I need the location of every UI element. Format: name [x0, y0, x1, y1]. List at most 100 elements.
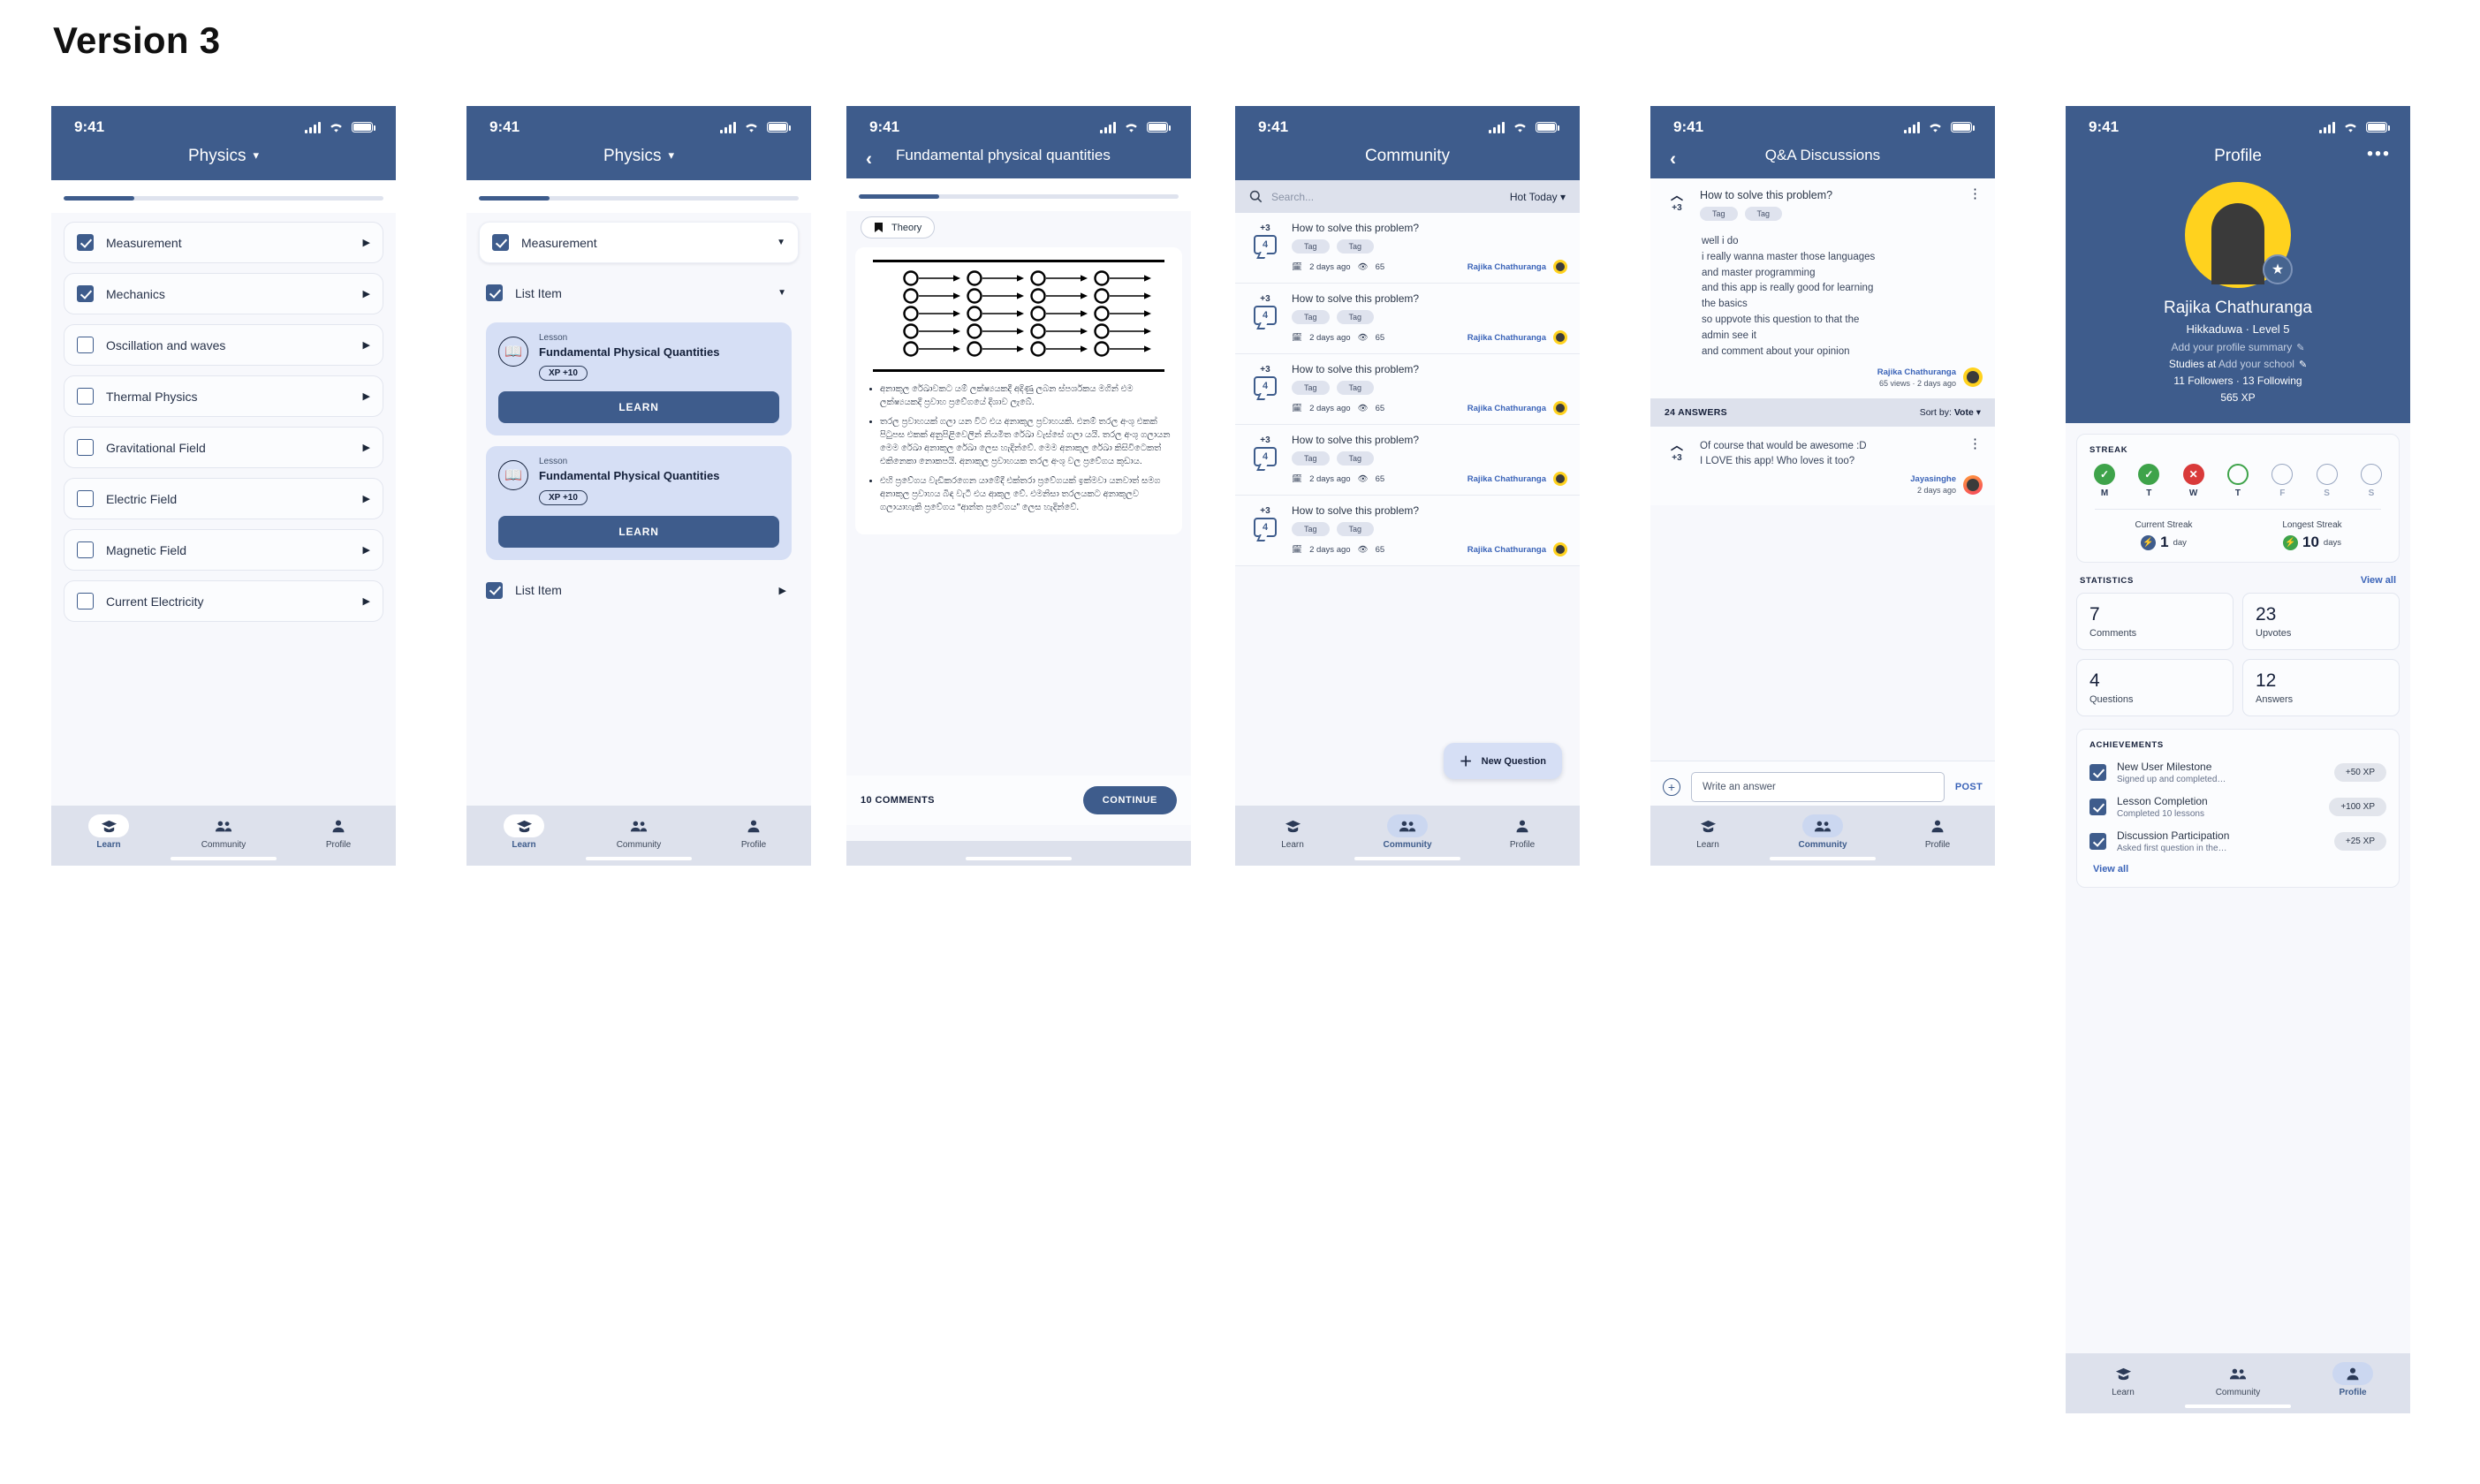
checkbox-icon[interactable]	[77, 439, 94, 456]
question-author[interactable]: Rajika Chathuranga	[1468, 404, 1546, 413]
checkbox-icon[interactable]	[77, 541, 94, 558]
checkbox-icon[interactable]	[486, 581, 503, 599]
post-button[interactable]: POST	[1955, 782, 1983, 792]
topic-row-list-item-1[interactable]: List Item ▼	[479, 273, 799, 313]
question-row[interactable]: +3 4 How to solve this problem? Tag Tag 🗓…	[1235, 425, 1580, 496]
tag[interactable]: Tag	[1700, 207, 1738, 221]
edit-pencil-icon[interactable]: ✎	[2296, 343, 2304, 353]
question-row[interactable]: +3 4 How to solve this problem? Tag Tag 🗓…	[1235, 354, 1580, 425]
topic-row[interactable]: Mechanics ▶	[64, 273, 383, 314]
nav-item-learn[interactable]: Learn	[1236, 814, 1350, 850]
checkbox-icon[interactable]	[77, 593, 94, 610]
learn-button[interactable]: LEARN	[498, 391, 779, 424]
tag[interactable]: Tag	[1292, 239, 1330, 254]
nav-item-learn[interactable]: Learn	[2067, 1362, 2180, 1397]
question-author[interactable]: Rajika Chathuranga	[1468, 474, 1546, 484]
nav-item-profile[interactable]: Profile	[697, 814, 811, 850]
tag[interactable]: Tag	[1336, 239, 1375, 254]
checkbox-icon[interactable]	[77, 285, 94, 302]
kebab-menu-icon[interactable]: ⋮	[1968, 437, 1983, 470]
question-author[interactable]: Rajika Chathuranga	[1468, 545, 1546, 555]
back-arrow-icon[interactable]: ‹	[1670, 150, 1676, 169]
achievements-view-all[interactable]: View all	[2089, 853, 2386, 876]
sort-dropdown[interactable]: Sort by: Vote ▾	[1920, 407, 1981, 418]
followers-line[interactable]: 11 Followers · 13 Following	[2066, 375, 2410, 387]
new-question-button[interactable]: ＋ New Question	[1443, 743, 1562, 779]
avatar[interactable]: ★	[2185, 182, 2293, 288]
continue-button[interactable]: CONTINUE	[1082, 786, 1177, 814]
question-row[interactable]: +3 4 How to solve this problem? Tag Tag 🗓…	[1235, 284, 1580, 354]
vote-box[interactable]: +3 4	[1248, 434, 1283, 486]
nav-item-profile[interactable]: Profile	[2296, 1362, 2410, 1397]
kebab-menu-icon[interactable]: ⋮	[1968, 187, 1983, 227]
checkbox-icon[interactable]	[77, 388, 94, 405]
statistics-view-all[interactable]: View all	[2361, 575, 2396, 586]
topic-row[interactable]: Thermal Physics ▶	[64, 375, 383, 417]
checkbox-icon[interactable]	[77, 337, 94, 353]
topic-row-measurement[interactable]: Measurement ▼	[479, 222, 799, 263]
learn-button[interactable]: LEARN	[498, 515, 779, 548]
question-author[interactable]: Rajika Chathuranga	[1468, 333, 1546, 343]
tag[interactable]: Tag	[1744, 207, 1783, 221]
stat-card[interactable]: 7 Comments	[2076, 593, 2234, 650]
nav-item-learn[interactable]: Learn	[467, 814, 581, 850]
edit-pencil-icon[interactable]: ✎	[2299, 360, 2307, 370]
vote-box[interactable]: +3 4	[1248, 292, 1283, 344]
upvote-control[interactable]: ︿ +3	[1663, 189, 1691, 227]
screen-title[interactable]: Physics ▾	[466, 140, 811, 180]
topic-row[interactable]: Current Electricity ▶	[64, 580, 383, 622]
nav-item-learn[interactable]: Learn	[52, 814, 166, 850]
nav-item-community[interactable]: Community	[1351, 814, 1465, 850]
stat-card[interactable]: 23 Upvotes	[2242, 593, 2400, 650]
profile-summary-placeholder[interactable]: Add your profile summary ✎	[2066, 341, 2410, 353]
question-row[interactable]: +3 4 How to solve this problem? Tag Tag 🗓…	[1235, 496, 1580, 566]
vote-box[interactable]: +3 4	[1248, 222, 1283, 274]
achievement-row[interactable]: New User Milestone Signed up and complet…	[2089, 761, 2386, 784]
nav-item-community[interactable]: Community	[2181, 1362, 2295, 1397]
checkbox-icon[interactable]	[492, 234, 509, 251]
achievement-row[interactable]: Lesson Completion Completed 10 lessons +…	[2089, 795, 2386, 819]
topic-row[interactable]: Measurement ▶	[64, 222, 383, 263]
tag[interactable]: Tag	[1292, 381, 1330, 395]
topic-row-list-item-2[interactable]: List Item ▶	[479, 571, 799, 610]
tag[interactable]: Tag	[1292, 310, 1330, 324]
nav-item-learn[interactable]: Learn	[1651, 814, 1765, 850]
tag[interactable]: Tag	[1292, 451, 1330, 466]
topic-row[interactable]: Magnetic Field ▶	[64, 529, 383, 571]
topic-row[interactable]: Oscillation and waves ▶	[64, 324, 383, 366]
sort-dropdown[interactable]: Hot Today ▾	[1510, 191, 1566, 203]
tag[interactable]: Tag	[1336, 451, 1375, 466]
nav-item-community[interactable]: Community	[167, 814, 281, 850]
overflow-menu-icon[interactable]: •••	[2367, 145, 2391, 165]
tag[interactable]: Tag	[1336, 381, 1375, 395]
question-row[interactable]: +3 4 How to solve this problem? Tag Tag 🗓…	[1235, 213, 1580, 284]
search-bar[interactable]: Search... Hot Today ▾	[1235, 180, 1580, 213]
tag[interactable]: Tag	[1292, 522, 1330, 536]
nav-item-profile[interactable]: Profile	[1466, 814, 1580, 850]
topic-row[interactable]: Gravitational Field ▶	[64, 427, 383, 468]
question-author[interactable]: Rajika Chathuranga	[1468, 262, 1546, 272]
upvote-control[interactable]: ︿ +3	[1663, 439, 1691, 470]
author-name[interactable]: Jayasinghe	[1910, 474, 1956, 484]
nav-item-community[interactable]: Community	[1766, 814, 1880, 850]
profile-school-row[interactable]: Studies at Add your school ✎	[2066, 358, 2410, 370]
vote-box[interactable]: +3 4	[1248, 504, 1283, 556]
checkbox-icon[interactable]	[77, 234, 94, 251]
answer-input[interactable]: Write an answer	[1691, 772, 1945, 802]
tag[interactable]: Tag	[1336, 522, 1375, 536]
search-input[interactable]: Search...	[1271, 191, 1501, 203]
checkbox-icon[interactable]	[77, 490, 94, 507]
nav-item-community[interactable]: Community	[582, 814, 696, 850]
topic-row[interactable]: Electric Field ▶	[64, 478, 383, 519]
stat-card[interactable]: 4 Questions	[2076, 659, 2234, 716]
checkbox-icon[interactable]	[486, 284, 503, 301]
stat-card[interactable]: 12 Answers	[2242, 659, 2400, 716]
achievement-row[interactable]: Discussion Participation Asked first que…	[2089, 829, 2386, 853]
vote-box[interactable]: +3 4	[1248, 363, 1283, 415]
tag[interactable]: Tag	[1336, 310, 1375, 324]
author-name[interactable]: Rajika Chathuranga	[1877, 367, 1956, 377]
nav-item-profile[interactable]: Profile	[282, 814, 396, 850]
back-arrow-icon[interactable]: ‹	[866, 150, 872, 169]
comments-count[interactable]: 10 COMMENTS	[861, 795, 935, 806]
screen-title[interactable]: Physics ▾	[51, 140, 396, 180]
